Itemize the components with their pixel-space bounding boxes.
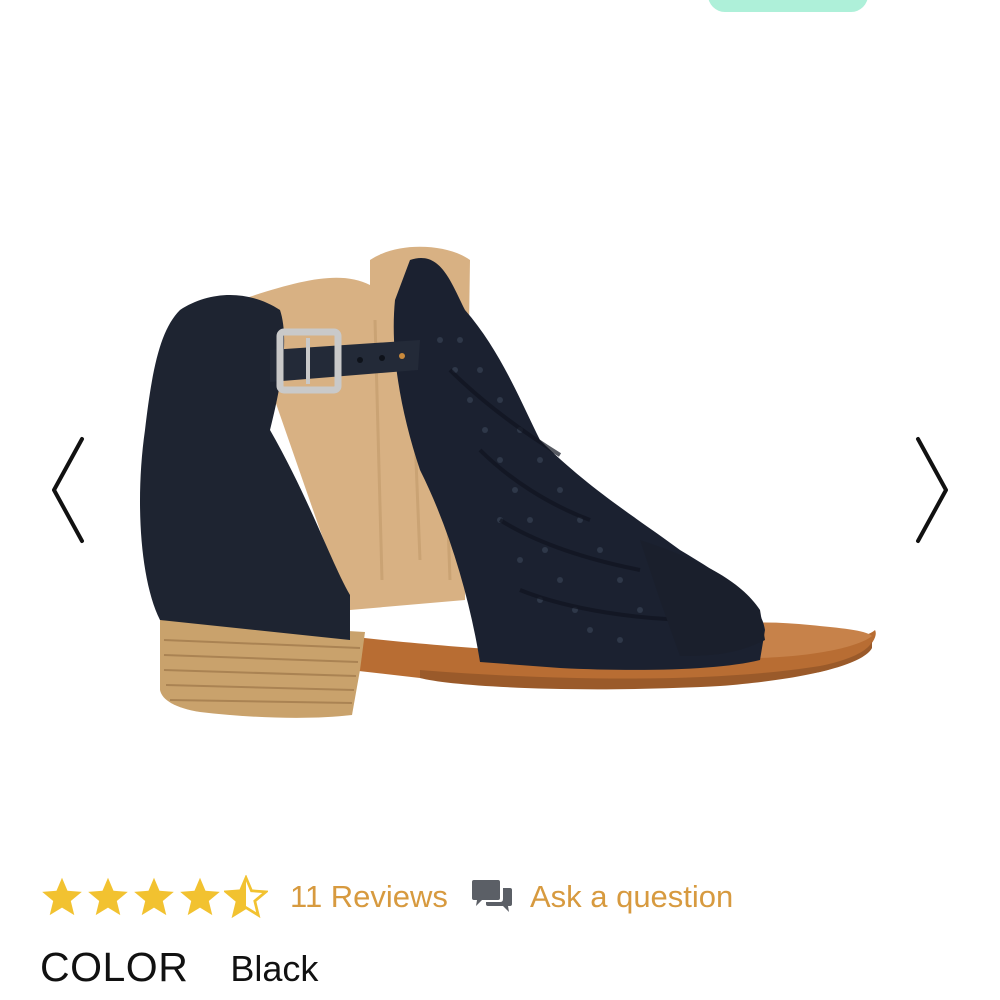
star-icon (88, 877, 128, 916)
chevron-right-icon (916, 437, 948, 543)
ask-question-label: Ask a question (529, 879, 734, 914)
star-icon (42, 877, 82, 916)
chat-bubbles-icon (471, 880, 512, 912)
color-label: COLOR (40, 944, 189, 990)
reviews-link[interactable]: 11 Reviews (290, 879, 448, 915)
next-image-button[interactable] (912, 435, 952, 545)
sandal-illustration (140, 246, 876, 718)
rating-row: 11 Reviews Ask a question (40, 872, 733, 922)
product-image (120, 200, 890, 740)
header-action-button[interactable] (708, 0, 868, 12)
star-icon (134, 877, 174, 916)
color-selector: COLOR Black (40, 944, 318, 991)
color-value: Black (230, 948, 319, 989)
product-image-gallery[interactable] (0, 40, 1000, 860)
chevron-left-icon (52, 437, 84, 543)
ask-question-link[interactable]: Ask a question (470, 879, 733, 915)
star-icon (180, 877, 220, 916)
star-rating (40, 875, 270, 919)
previous-image-button[interactable] (48, 435, 88, 545)
half-star-icon (224, 875, 268, 919)
